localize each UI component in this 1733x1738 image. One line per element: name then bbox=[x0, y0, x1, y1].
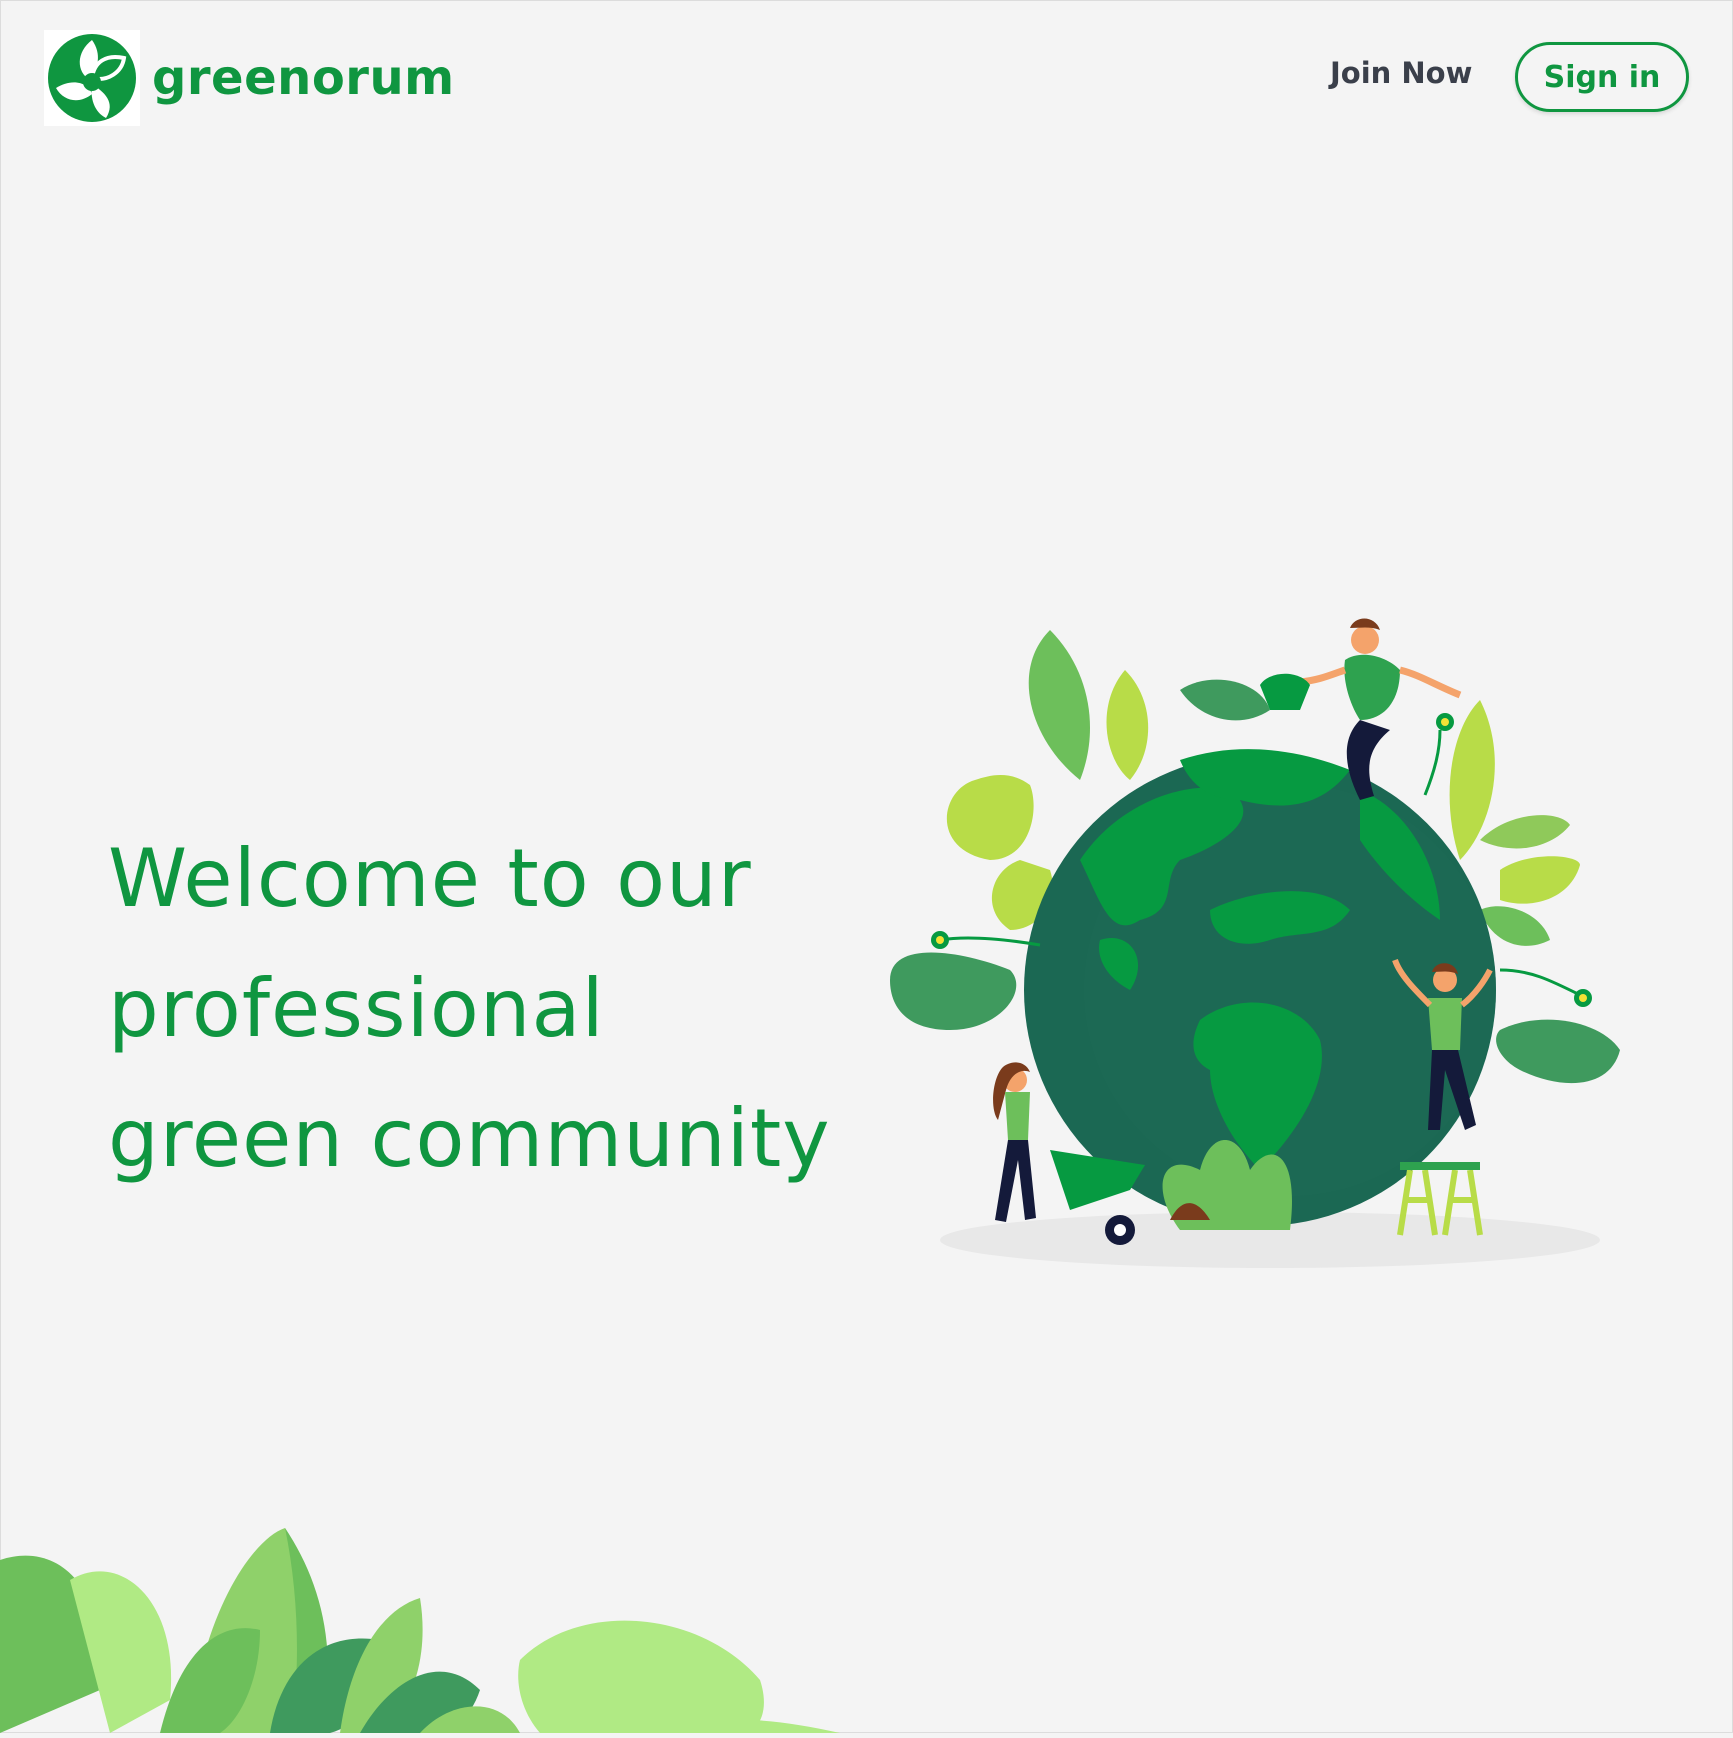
hero-title: Welcome to our professional green commun… bbox=[108, 814, 831, 1204]
sign-in-button[interactable]: Sign in bbox=[1515, 42, 1689, 112]
hero-title-line-2: professional bbox=[108, 961, 605, 1055]
join-now-link[interactable]: Join Now bbox=[1330, 56, 1480, 90]
hero-title-line-3: green community bbox=[108, 1091, 831, 1185]
globe-with-gardeners-illustration bbox=[880, 610, 1640, 1275]
leaf-trefoil-icon bbox=[44, 30, 140, 126]
brand-name: greenorum bbox=[152, 50, 455, 106]
hero-title-line-1: Welcome to our bbox=[108, 831, 752, 925]
leaves-decoration bbox=[0, 1500, 880, 1738]
site-header: greenorum Join Now Sign in bbox=[0, 0, 1733, 160]
brand-logo[interactable]: greenorum bbox=[44, 30, 455, 126]
